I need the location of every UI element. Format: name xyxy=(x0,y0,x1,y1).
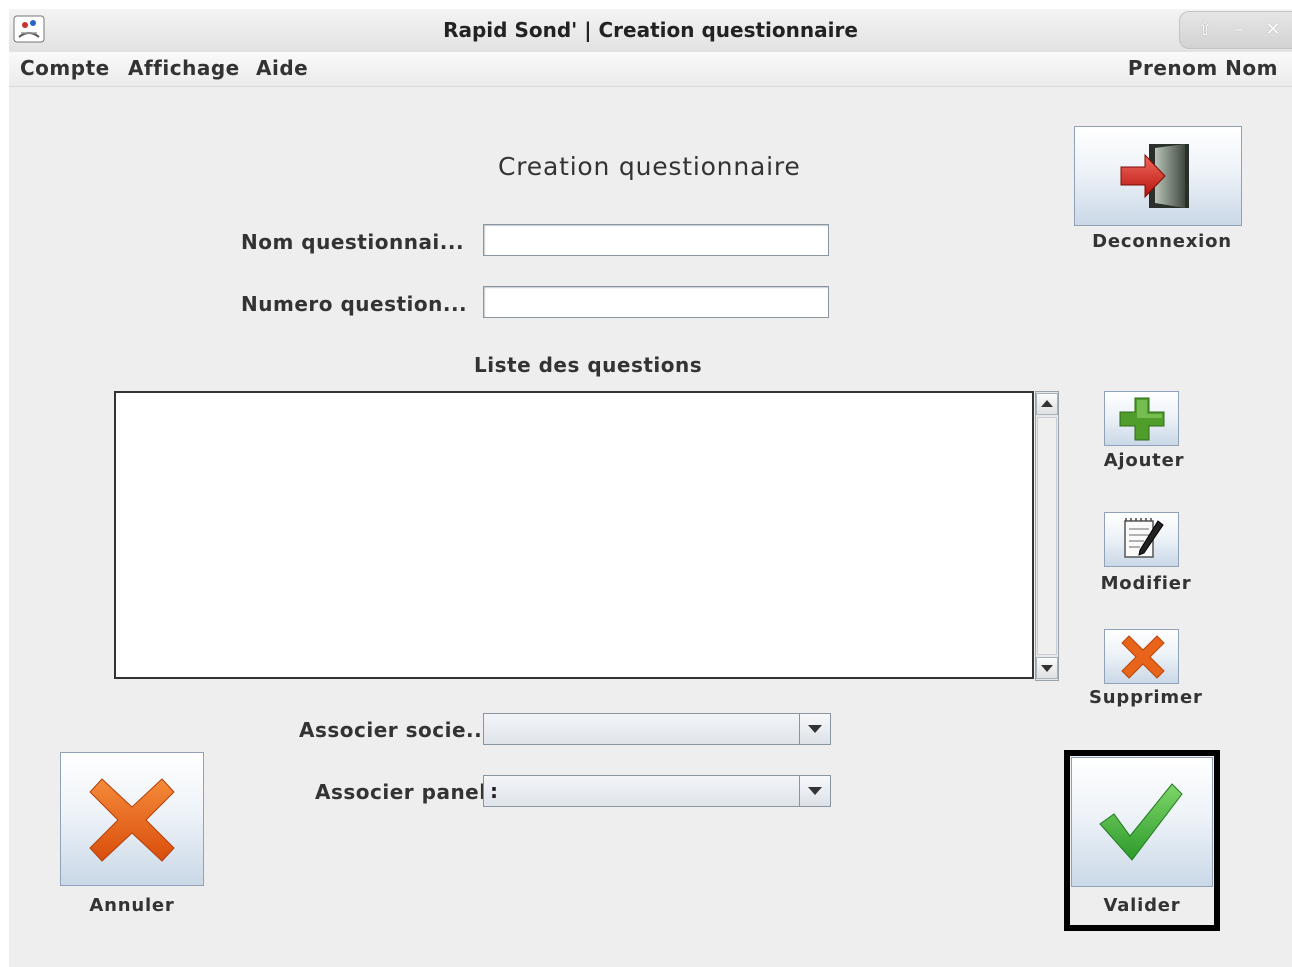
nom-questionnaire-label: Nom questionnai... xyxy=(241,230,465,254)
modifier-button[interactable] xyxy=(1104,512,1179,567)
valider-label: Valider xyxy=(1103,895,1181,916)
nom-questionnaire-input[interactable] xyxy=(483,224,829,256)
chevron-down-icon xyxy=(808,725,822,733)
menu-compte[interactable]: Compte xyxy=(20,52,110,84)
maximize-icon[interactable]: ⇧ xyxy=(1190,12,1220,48)
supprimer-button[interactable] xyxy=(1104,629,1179,684)
chevron-down-icon xyxy=(808,787,822,795)
window-title: Rapid Sond' | Creation questionnaire xyxy=(443,18,858,42)
panel-selected-value: : xyxy=(490,779,498,803)
ajouter-button[interactable] xyxy=(1104,391,1179,446)
societe-dropdown-button[interactable] xyxy=(799,714,830,744)
associer-societe-label: Associer socie... xyxy=(299,718,491,742)
supprimer-label: Supprimer xyxy=(1089,687,1203,708)
close-icon[interactable]: ✕ xyxy=(1258,12,1288,48)
arrow-down-icon xyxy=(1041,665,1053,672)
societe-combo[interactable] xyxy=(483,713,831,745)
title-bar: Rapid Sond' | Creation questionnaire ⇧ –… xyxy=(9,9,1292,52)
question-list-label: Liste des questions xyxy=(474,353,703,377)
page-title: Creation questionnaire xyxy=(498,152,801,181)
question-list[interactable] xyxy=(114,391,1034,679)
delete-x-icon xyxy=(1121,635,1165,679)
user-name-menu[interactable]: Prenom Nom xyxy=(1128,52,1278,84)
annuler-button[interactable] xyxy=(60,752,204,886)
ajouter-label: Ajouter xyxy=(1103,450,1185,471)
exit-door-icon xyxy=(1120,144,1189,208)
app-window: Rapid Sond' | Creation questionnaire ⇧ –… xyxy=(9,9,1292,967)
deconnexion-button[interactable] xyxy=(1074,126,1242,226)
scroll-up-button[interactable] xyxy=(1036,393,1058,415)
window-controls: ⇧ – ✕ xyxy=(1179,11,1292,49)
valider-button[interactable] xyxy=(1071,757,1213,887)
panel-dropdown-button[interactable] xyxy=(799,776,830,806)
deconnexion-label: Deconnexion xyxy=(1092,231,1232,252)
arrow-up-icon xyxy=(1041,400,1053,407)
menu-affichage[interactable]: Affichage xyxy=(128,52,240,84)
menu-bar: Compte Affichage Aide Prenom Nom xyxy=(9,52,1292,87)
menu-aide[interactable]: Aide xyxy=(256,52,308,84)
checkmark-icon xyxy=(1099,783,1183,861)
annuler-label: Annuler xyxy=(89,895,175,916)
scroll-track[interactable] xyxy=(1037,417,1057,655)
modifier-label: Modifier xyxy=(1100,573,1192,594)
numero-questionnaire-label: Numero question... xyxy=(241,292,468,316)
question-list-scrollbar[interactable] xyxy=(1035,391,1059,681)
panel-combo[interactable]: : xyxy=(483,775,831,807)
edit-pencil-icon xyxy=(1124,518,1164,558)
plus-icon xyxy=(1119,397,1165,441)
minimize-icon[interactable]: – xyxy=(1224,12,1254,48)
scroll-down-button[interactable] xyxy=(1036,657,1058,679)
numero-questionnaire-input[interactable] xyxy=(483,286,829,318)
associer-panel-label: Associer panel xyxy=(315,780,487,804)
cancel-x-icon xyxy=(89,778,175,862)
